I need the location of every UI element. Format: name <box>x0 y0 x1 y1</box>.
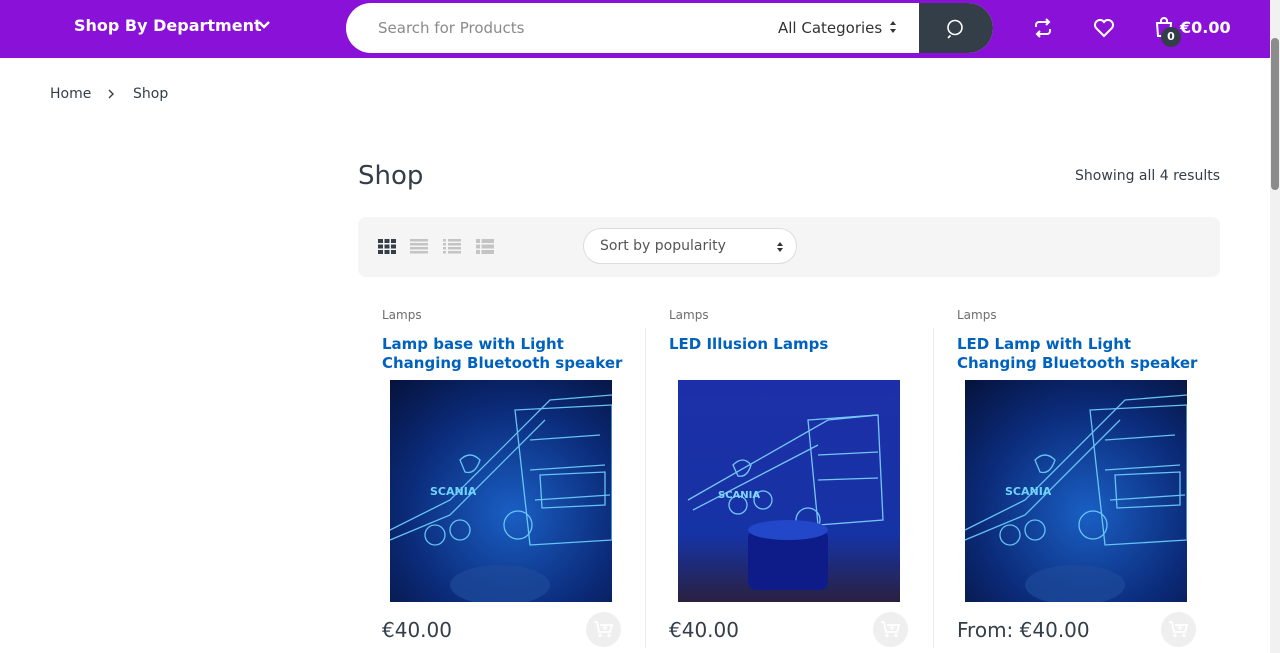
grid-view-icon[interactable] <box>378 239 396 254</box>
product-divider <box>645 328 646 648</box>
led-truck-lamp-image: SCANIA <box>678 380 900 602</box>
breadcrumb: Home Shop <box>50 86 168 102</box>
select-arrows-icon <box>890 21 896 33</box>
product-category-link[interactable]: Lamps <box>669 308 709 322</box>
add-to-cart-icon <box>881 621 900 638</box>
product-image[interactable]: SCANIA <box>965 380 1187 602</box>
product-price: €40.00 <box>669 618 739 642</box>
product-divider <box>933 328 934 648</box>
top-header-bar: Shop By Department All Categories 0 €0.0… <box>0 0 1270 58</box>
product-title-link[interactable]: Lamp base with Light Changing Bluetooth … <box>382 335 632 373</box>
results-count: Showing all 4 results <box>1075 168 1220 184</box>
sort-selected-value: Sort by popularity <box>600 238 726 254</box>
add-to-cart-icon <box>1169 621 1188 638</box>
led-truck-lamp-image: SCANIA <box>390 380 612 602</box>
product-card: Lamps Lamp base with Light Changing Blue… <box>382 306 644 653</box>
shop-toolbar: Sort by popularity <box>358 217 1220 277</box>
page-scrollbar[interactable] <box>1270 0 1280 653</box>
breadcrumb-current: Shop <box>133 86 169 102</box>
chevron-right-icon <box>108 89 114 99</box>
product-category-link[interactable]: Lamps <box>382 308 422 322</box>
add-to-cart-icon <box>594 621 613 638</box>
svg-text:SCANIA: SCANIA <box>718 490 760 501</box>
search-bar: All Categories <box>346 3 993 53</box>
add-to-cart-button[interactable] <box>873 612 908 647</box>
svg-text:SCANIA: SCANIA <box>430 485 477 498</box>
cart-count-badge: 0 <box>1161 27 1181 47</box>
page-title: Shop <box>358 161 424 191</box>
chevron-down-icon <box>258 21 270 29</box>
search-button[interactable] <box>919 3 993 53</box>
product-title-link[interactable]: LED Illusion Lamps <box>669 335 919 354</box>
department-label: Shop By Department <box>74 16 262 35</box>
add-to-cart-button[interactable] <box>1161 612 1196 647</box>
product-category-link[interactable]: Lamps <box>957 308 997 322</box>
cart-total[interactable]: €0.00 <box>1180 18 1231 37</box>
grid-extended-view-icon[interactable] <box>410 239 428 254</box>
sort-select[interactable]: Sort by popularity <box>583 228 797 264</box>
select-arrows-icon <box>777 242 783 252</box>
compare-icon[interactable] <box>1032 17 1054 39</box>
category-select[interactable]: All Categories <box>778 19 882 37</box>
product-price: €40.00 <box>382 618 452 642</box>
scrollbar-thumb[interactable] <box>1271 38 1279 190</box>
list-view-icon[interactable] <box>443 239 461 254</box>
search-input[interactable] <box>346 3 766 53</box>
wishlist-heart-icon[interactable] <box>1093 17 1115 39</box>
search-icon <box>947 19 963 39</box>
product-image[interactable]: SCANIA <box>678 380 900 602</box>
svg-text:SCANIA: SCANIA <box>1005 485 1052 498</box>
product-image[interactable]: SCANIA <box>390 380 612 602</box>
product-price: From: €40.00 <box>957 618 1090 642</box>
product-title-link[interactable]: LED Lamp with Light Changing Bluetooth s… <box>957 335 1207 373</box>
list-small-view-icon[interactable] <box>476 239 494 254</box>
led-truck-lamp-image: SCANIA <box>965 380 1187 602</box>
add-to-cart-button[interactable] <box>586 612 621 647</box>
breadcrumb-home-link[interactable]: Home <box>50 86 91 102</box>
shop-by-department-menu[interactable]: Shop By Department <box>74 16 270 35</box>
product-card: Lamps LED Lamp with Light Changing Bluet… <box>933 306 1219 653</box>
product-card: Lamps LED Illusion Lamps SCANIA €40.00 <box>645 306 931 653</box>
